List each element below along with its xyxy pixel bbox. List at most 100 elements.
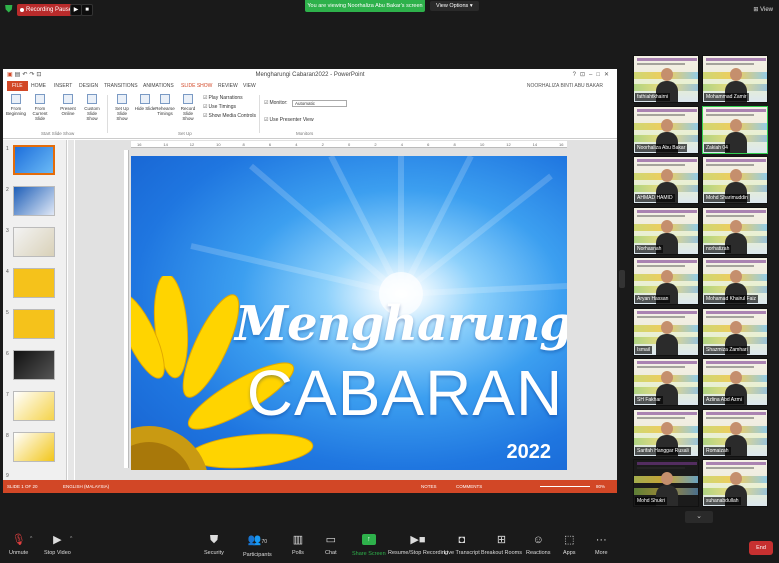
slide-number: 1 [6, 146, 9, 152]
view-options-button[interactable]: View Options ▾ [430, 1, 479, 11]
more-icon: ··· [595, 534, 607, 546]
tab-insert: INSERT [54, 83, 73, 89]
background-header [706, 108, 766, 112]
participant-tile[interactable]: Mohamad Khairul Faiz [702, 257, 768, 305]
notes-button: NOTES [421, 484, 437, 489]
ruler-tick: 14 [163, 142, 168, 147]
participant-tile[interactable]: Ismail [633, 307, 699, 356]
share-screen-icon: ↑ [361, 534, 376, 545]
participant-tile[interactable]: Norhasnah [633, 206, 699, 255]
participant-tile[interactable]: Mohd Shukri [633, 459, 699, 507]
participant-name: Mohammad Zamir [704, 93, 749, 101]
shield-icon[interactable]: ⛊ [5, 5, 13, 15]
security-button[interactable]: ⛊ Security [204, 534, 224, 556]
participant-head [730, 421, 742, 435]
background-subheader [637, 467, 685, 469]
background-header [637, 108, 697, 112]
participant-tile[interactable]: fathiahtkhairni [633, 55, 699, 103]
participant-tile[interactable]: Shazmiza Zamhari [702, 307, 768, 356]
present-online-label: Present Online [60, 106, 76, 116]
chat-button[interactable]: ▭ Chat [325, 534, 337, 556]
ruler-tick: 12 [189, 142, 195, 147]
reactions-button[interactable]: ☺ Reactions [526, 534, 550, 556]
tab-design: DESIGN [79, 83, 99, 89]
participant-tile[interactable]: Aryan Hassan [633, 257, 699, 305]
tab-slide-show: SLIDE SHOW [181, 83, 213, 89]
participant-tile[interactable]: norhatizah [702, 206, 768, 255]
participant-tile[interactable]: suhanabdullah [702, 459, 768, 507]
slide-count: SLIDE 1 OF 20 [7, 484, 38, 489]
chevron-down-icon: ▾ [469, 3, 473, 9]
participants-button[interactable]: 👥70 Participants [243, 534, 272, 558]
ruler-tick: 12 [506, 142, 511, 147]
share-screen-button[interactable]: ↑ Share Screen [352, 534, 386, 557]
more-button[interactable]: ··· More [595, 534, 608, 556]
background-header [706, 361, 766, 364]
ruler-tick: 6 [427, 142, 430, 147]
ppt-status-bar: SLIDE 1 OF 20 ENGLISH (MALAYSIA) NOTES C… [3, 480, 617, 493]
participant-tile[interactable]: Noorhaliza Abu Bakar [633, 105, 699, 154]
slide-thumbnails-pane: 1 2 3 4 5 6 7 8 9 [3, 140, 67, 480]
language-indicator: ENGLISH (MALAYSIA) [63, 484, 110, 489]
background-subheader [706, 416, 754, 419]
use-presenter-view-checkbox: Use Presenter View [264, 117, 313, 123]
resume-stop-recording-button[interactable]: ▶■ Resume/Stop Recording [388, 534, 448, 556]
apps-button[interactable]: ⬚ Apps [563, 534, 576, 556]
participant-tile[interactable]: SH Fakhar [633, 358, 699, 406]
background-header [637, 260, 697, 263]
participant-head [661, 472, 673, 485]
ruler-tick: 10 [216, 142, 221, 147]
participant-name: Mohd Sharimuddin [704, 194, 750, 202]
unmute-button[interactable]: 🎙 Unmute [9, 534, 28, 556]
participant-tile[interactable]: Sarifah Hanggar Rusali [633, 408, 699, 457]
participant-head [730, 472, 742, 485]
stop-video-button[interactable]: ▶ Stop Video [44, 534, 71, 556]
setup-icon [117, 94, 127, 104]
view-button[interactable]: ⊞ View [753, 6, 773, 13]
end-meeting-button[interactable]: End [749, 541, 773, 555]
set-up-slide-show-button: Set Up Slide Show [111, 94, 133, 121]
slide-number: 8 [6, 433, 9, 439]
participant-name: Mohamad Khairul Faiz [704, 295, 759, 303]
play-icon [11, 94, 21, 104]
participant-name: Norhasnah [635, 244, 664, 253]
background-subheader [706, 113, 754, 116]
microphone-muted-icon: 🎙 [11, 534, 26, 546]
participants-count: 70 [261, 539, 267, 545]
video-options-caret-icon[interactable]: ^ [70, 536, 72, 542]
gallery-resize-handle[interactable] [619, 270, 625, 288]
participant-tile[interactable]: AHMAD HAMID [633, 156, 699, 204]
top-bar: ⛊ Recording Paused ▶ ■ You are viewing N… [0, 0, 779, 20]
participant-tile[interactable]: Mohd Sharimuddin [702, 156, 768, 204]
participant-tile[interactable]: Azlina Abd Azmi [702, 358, 768, 406]
clock-icon [160, 94, 170, 104]
participant-head [730, 219, 742, 233]
ruler-tick: 8 [242, 142, 245, 147]
background-header [637, 462, 697, 465]
participant-head [730, 68, 742, 81]
stop-recording-icon[interactable]: ■ [81, 4, 93, 16]
chat-icon: ▭ [325, 534, 337, 546]
participant-tile[interactable]: Zakiah 04 [702, 105, 768, 154]
breakout-rooms-button[interactable]: ⊞ Breakout Rooms [481, 534, 522, 556]
audio-options-caret-icon[interactable]: ^ [30, 536, 32, 542]
slide-year: 2022 [506, 441, 552, 463]
slide-number: 7 [6, 392, 9, 398]
participant-tile[interactable]: Mohammad Zamir [702, 55, 768, 103]
background-header [706, 159, 766, 162]
participant-tile[interactable]: Romaizah [702, 408, 768, 457]
gallery-next-page-icon[interactable]: ⌄ [685, 511, 713, 523]
ppt-title-bar: ▣▤↶↷⊡ Mengharungi Cabaran2022 - PowerPoi… [3, 69, 617, 81]
slide-number: 2 [6, 187, 9, 193]
live-transcript-button[interactable]: ◘ Live Transcript [444, 534, 480, 556]
polls-button[interactable]: ▥ Polls [292, 534, 304, 556]
background-subheader [706, 315, 754, 318]
participant-head [661, 118, 673, 132]
ruler-tick: 2 [321, 142, 324, 147]
security-label: Security [204, 550, 224, 556]
background-subheader [637, 366, 685, 368]
rehearse-timings-button: Rehearse Timings [154, 94, 176, 116]
participant-head [661, 169, 673, 182]
participant-name: Azlina Abd Azmi [704, 396, 744, 404]
play-icon [35, 94, 45, 104]
